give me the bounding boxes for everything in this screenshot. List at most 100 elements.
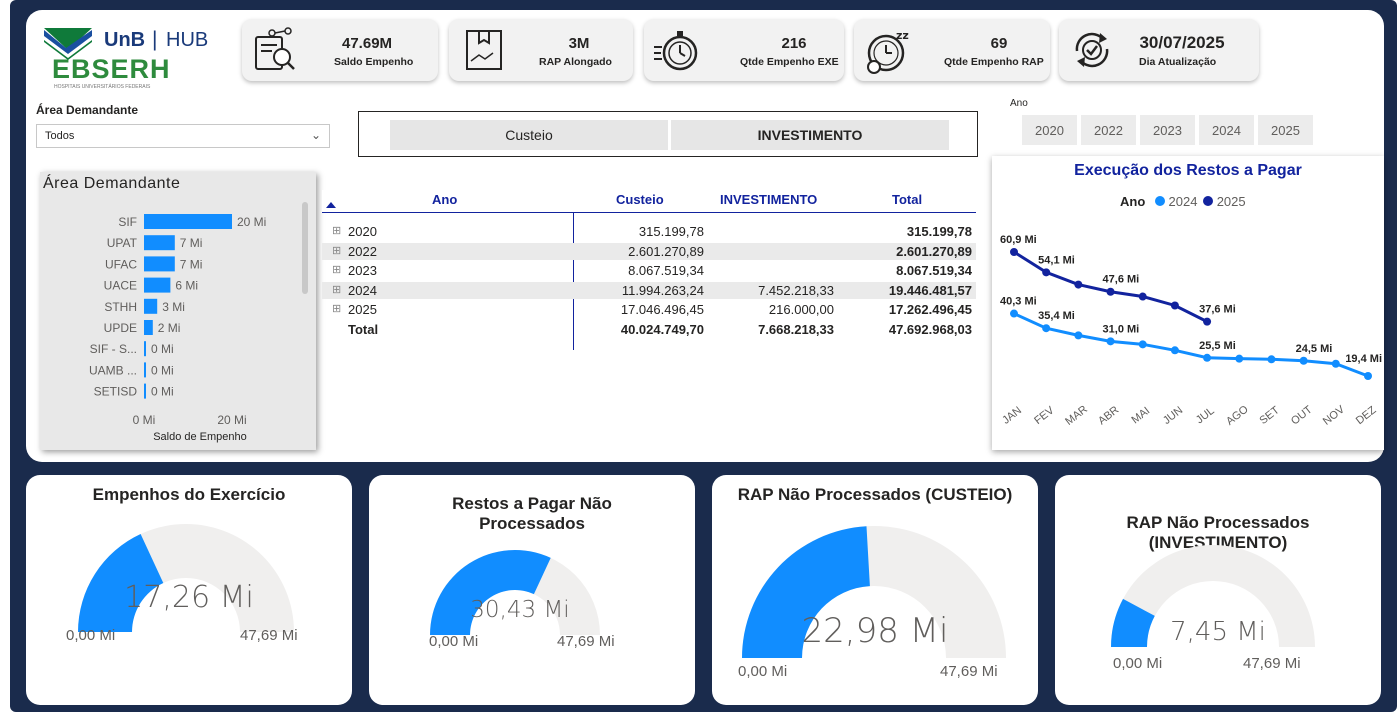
cell-ano: 2024 [348,282,377,298]
brand-name-1: UnB [104,29,146,51]
gauge-value: 22,98 Mi [801,611,949,651]
year-button-2024[interactable]: 2024 [1199,115,1254,145]
bar-chart-scrollbar[interactable] [302,202,308,294]
area-slicer-title: Área Demandante [36,103,139,117]
line-point[interactable] [1106,337,1115,346]
bar[interactable] [144,341,146,357]
line-x-tick: JUL [1194,405,1217,426]
bar[interactable] [144,277,171,293]
line-point[interactable] [1010,309,1018,318]
line-point[interactable] [1074,331,1083,340]
table-row[interactable]: ⊞ 2022 2.601.270,89 2.601.270,89 [322,242,976,260]
table-total-row: Total 40.024.749,70 7.668.218,33 47.692.968… [322,321,976,338]
kpi-label: Saldo Empenho [334,56,414,68]
kpi-value: 47.69M [342,35,393,52]
line-x-tick: MAI [1129,405,1152,426]
area-dropdown[interactable]: Todos ⌄ [36,124,330,148]
cell-ano: 2025 [348,302,377,317]
line-point[interactable] [1010,248,1018,256]
bar[interactable] [144,320,153,335]
sort-arrow-icon[interactable] [326,202,336,208]
line-point[interactable] [1042,324,1051,333]
expand-icon[interactable]: ⊞ [332,283,341,296]
cell-total-label: Total [348,321,379,337]
kpi-label: Dia Atualização [1139,56,1217,68]
expand-icon[interactable]: ⊞ [332,302,341,315]
line-point[interactable] [1299,356,1308,365]
expand-icon[interactable]: ⊞ [332,224,341,237]
gauge-max: 47,69 Mi [940,663,998,680]
gauge-card-rap-custeio: RAP Não Processados (CUSTEIO) 22,98 Mi 0… [712,475,1038,705]
line-data-label: 60,9 Mi [1000,234,1037,246]
kpi-value: 3M [568,35,590,52]
bar[interactable] [144,235,175,251]
line-x-tick: OUT [1289,404,1315,428]
line-point[interactable] [1074,280,1083,289]
year-button-2025[interactable]: 2025 [1258,115,1313,145]
bar-category-label: SIF [118,215,137,229]
cell-custeio: 2.601.270,89 [628,243,704,259]
year-button-2022[interactable]: 2022 [1081,115,1136,145]
expand-icon[interactable]: ⊞ [332,244,341,257]
bar[interactable] [144,298,158,314]
line-point[interactable] [1138,292,1147,301]
box-icon [466,30,502,70]
bar-x-tick: 0 Mi [133,413,156,427]
bar-category-label: SETISD [94,385,138,399]
bar[interactable] [144,383,146,399]
line-point[interactable] [1267,355,1276,364]
bar[interactable] [144,256,175,272]
line-x-tick: JAN [1000,404,1024,426]
refresh-check-icon [1075,32,1109,68]
type-tile-slicer: Custeio INVESTIMENTO [358,111,978,157]
cell-total: 47.692.968,03 [888,321,972,337]
matrix-header-investimento[interactable]: INVESTIMENTO [720,192,817,207]
line-point[interactable] [1106,287,1115,296]
tile-custeio[interactable]: Custeio [390,120,668,150]
brand-separator: | [152,28,158,51]
bar-data-label: 0 Mi [151,342,174,356]
bar-x-tick: 20 Mi [217,413,246,427]
line-point[interactable] [1235,354,1244,363]
cell-investimento: 7.668.218,33 [758,321,834,337]
bar-x-axis-label: Saldo de Empenho [153,431,247,443]
cell-investimento: 7.452.218,33 [758,282,834,298]
table-row[interactable]: ⊞ 2025 17.046.496,45 216.000,00 17.262.496,4… [322,301,976,318]
table-row[interactable]: ⊞ 2024 11.994.263,24 7.452.218,33 19.446.481… [322,281,976,299]
kpi-rap-alongado: 3M RAP Alongado [449,19,633,81]
area-bar-chart: Área Demandante SIF 20 Mi UPAT 7 Mi UFAC 7 Mi… [40,172,316,450]
table-row[interactable]: ⊞ 2020 315.199,78 315.199,78 [322,223,976,240]
gauge-value: 7,45 Mi [1170,617,1266,647]
line-point[interactable] [1138,340,1147,349]
stopwatch-icon [654,31,698,71]
year-button-2023[interactable]: 2023 [1140,115,1195,145]
line-point[interactable] [1042,268,1051,277]
kpi-label: Qtde Empenho EXE [740,56,839,68]
line-point[interactable] [1203,353,1212,362]
line-point[interactable] [1170,346,1179,355]
matrix-header-divider [322,212,976,213]
matrix-header-total[interactable]: Total [892,192,922,207]
kpi-saldo-empenho: 47.69M Saldo Empenho [242,19,438,81]
line-point[interactable] [1331,359,1340,368]
line-point[interactable] [1203,317,1212,326]
line-data-label: 25,5 Mi [1199,340,1236,352]
bar-category-label: UPDE [104,321,137,335]
cell-custeio: 11.994.263,24 [621,282,704,298]
year-button-2020[interactable]: 2020 [1022,115,1077,145]
line-data-label: 54,1 Mi [1038,254,1075,266]
matrix-header-ano[interactable]: Ano [432,192,457,207]
line-point[interactable] [1364,372,1372,380]
line-x-tick: SET [1257,404,1281,427]
tile-investimento[interactable]: INVESTIMENTO [671,120,949,150]
chevron-down-icon: ⌄ [310,128,321,142]
bar[interactable] [144,214,232,229]
expand-icon[interactable]: ⊞ [332,263,341,276]
line-point[interactable] [1170,301,1179,310]
cell-custeio: 315.199,78 [638,224,704,239]
gauge-value: 17,26 Mi [124,580,254,615]
bar[interactable] [144,362,146,378]
kpi-value: 216 [781,35,807,52]
table-row[interactable]: ⊞ 2023 8.067.519,34 8.067.519,34 [322,262,976,279]
matrix-header-custeio[interactable]: Custeio [616,192,664,207]
